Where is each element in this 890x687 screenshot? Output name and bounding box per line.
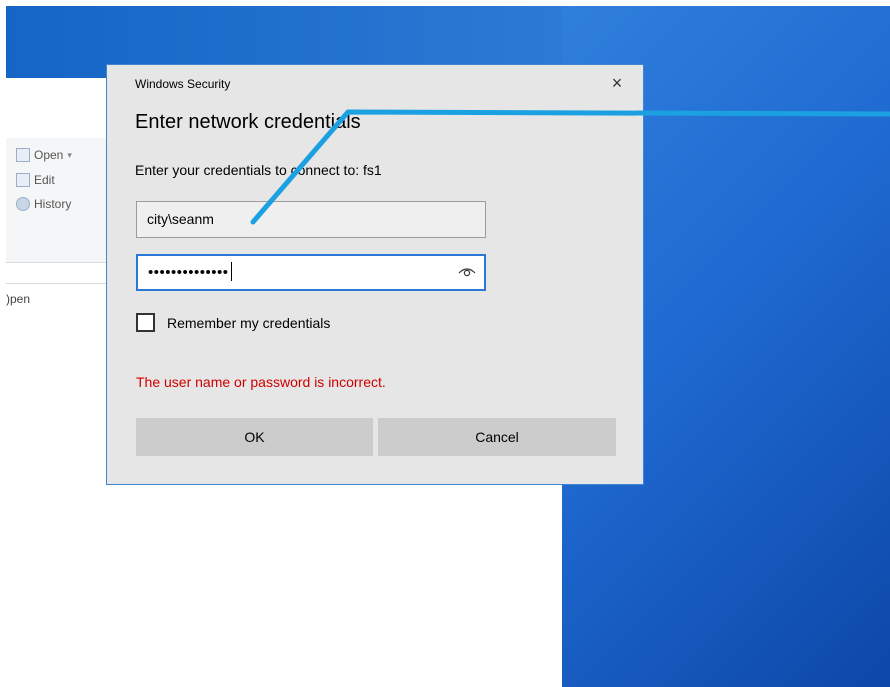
dialog-description: Enter your credentials to connect to: fs… [135, 162, 382, 178]
ribbon-history-button[interactable]: History [16, 197, 71, 211]
cancel-button[interactable]: Cancel [378, 418, 616, 456]
dialog-heading: Enter network credentials [135, 111, 361, 133]
history-icon [16, 197, 30, 211]
text-caret [230, 262, 232, 281]
edit-icon [16, 173, 30, 187]
chevron-down-icon: ▾ [67, 149, 72, 160]
remember-checkbox[interactable] [136, 313, 155, 332]
error-message: The user name or password is incorrect. [136, 374, 386, 390]
open-icon [16, 148, 30, 162]
password-field[interactable]: •••••••••••••• [136, 254, 486, 291]
close-icon[interactable]: × [605, 71, 629, 95]
dialog-title: Windows Security [135, 77, 231, 91]
remember-credentials-row[interactable]: Remember my credentials [136, 313, 330, 332]
eye-icon[interactable] [458, 264, 476, 278]
ribbon-edit-label: Edit [34, 173, 55, 187]
ribbon-history-label: History [34, 197, 72, 211]
ribbon-open-button[interactable]: Open ▾ [16, 148, 72, 162]
windows-security-dialog: Windows Security × Enter network credent… [106, 64, 644, 485]
ribbon-group-label: )pen [6, 292, 31, 306]
ribbon-edit-button[interactable]: Edit [16, 173, 55, 187]
username-field[interactable]: city\seanm [136, 201, 486, 238]
ribbon-open-label: Open [34, 148, 64, 162]
ok-button[interactable]: OK [136, 418, 373, 456]
remember-label: Remember my credentials [167, 314, 331, 331]
password-mask: •••••••••••••• [148, 264, 229, 281]
username-value: city\seanm [147, 211, 214, 227]
